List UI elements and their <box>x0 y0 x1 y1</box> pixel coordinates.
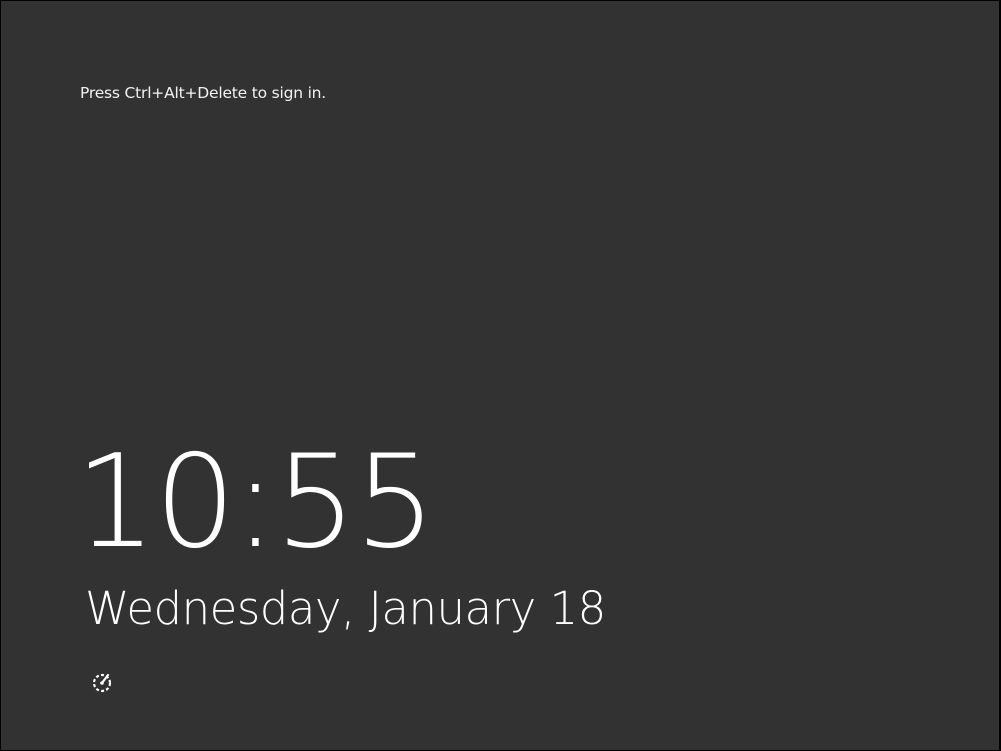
ease-of-access-icon <box>90 669 116 695</box>
lock-screen: Press Ctrl+Alt+Delete to sign in. 10:55 … <box>1 1 999 750</box>
ease-of-access-button[interactable] <box>89 668 117 696</box>
clock-time: 10:55 <box>75 428 436 577</box>
sign-in-prompt: Press Ctrl+Alt+Delete to sign in. <box>80 84 327 102</box>
clock-date: Wednesday, January 18 <box>85 582 606 635</box>
